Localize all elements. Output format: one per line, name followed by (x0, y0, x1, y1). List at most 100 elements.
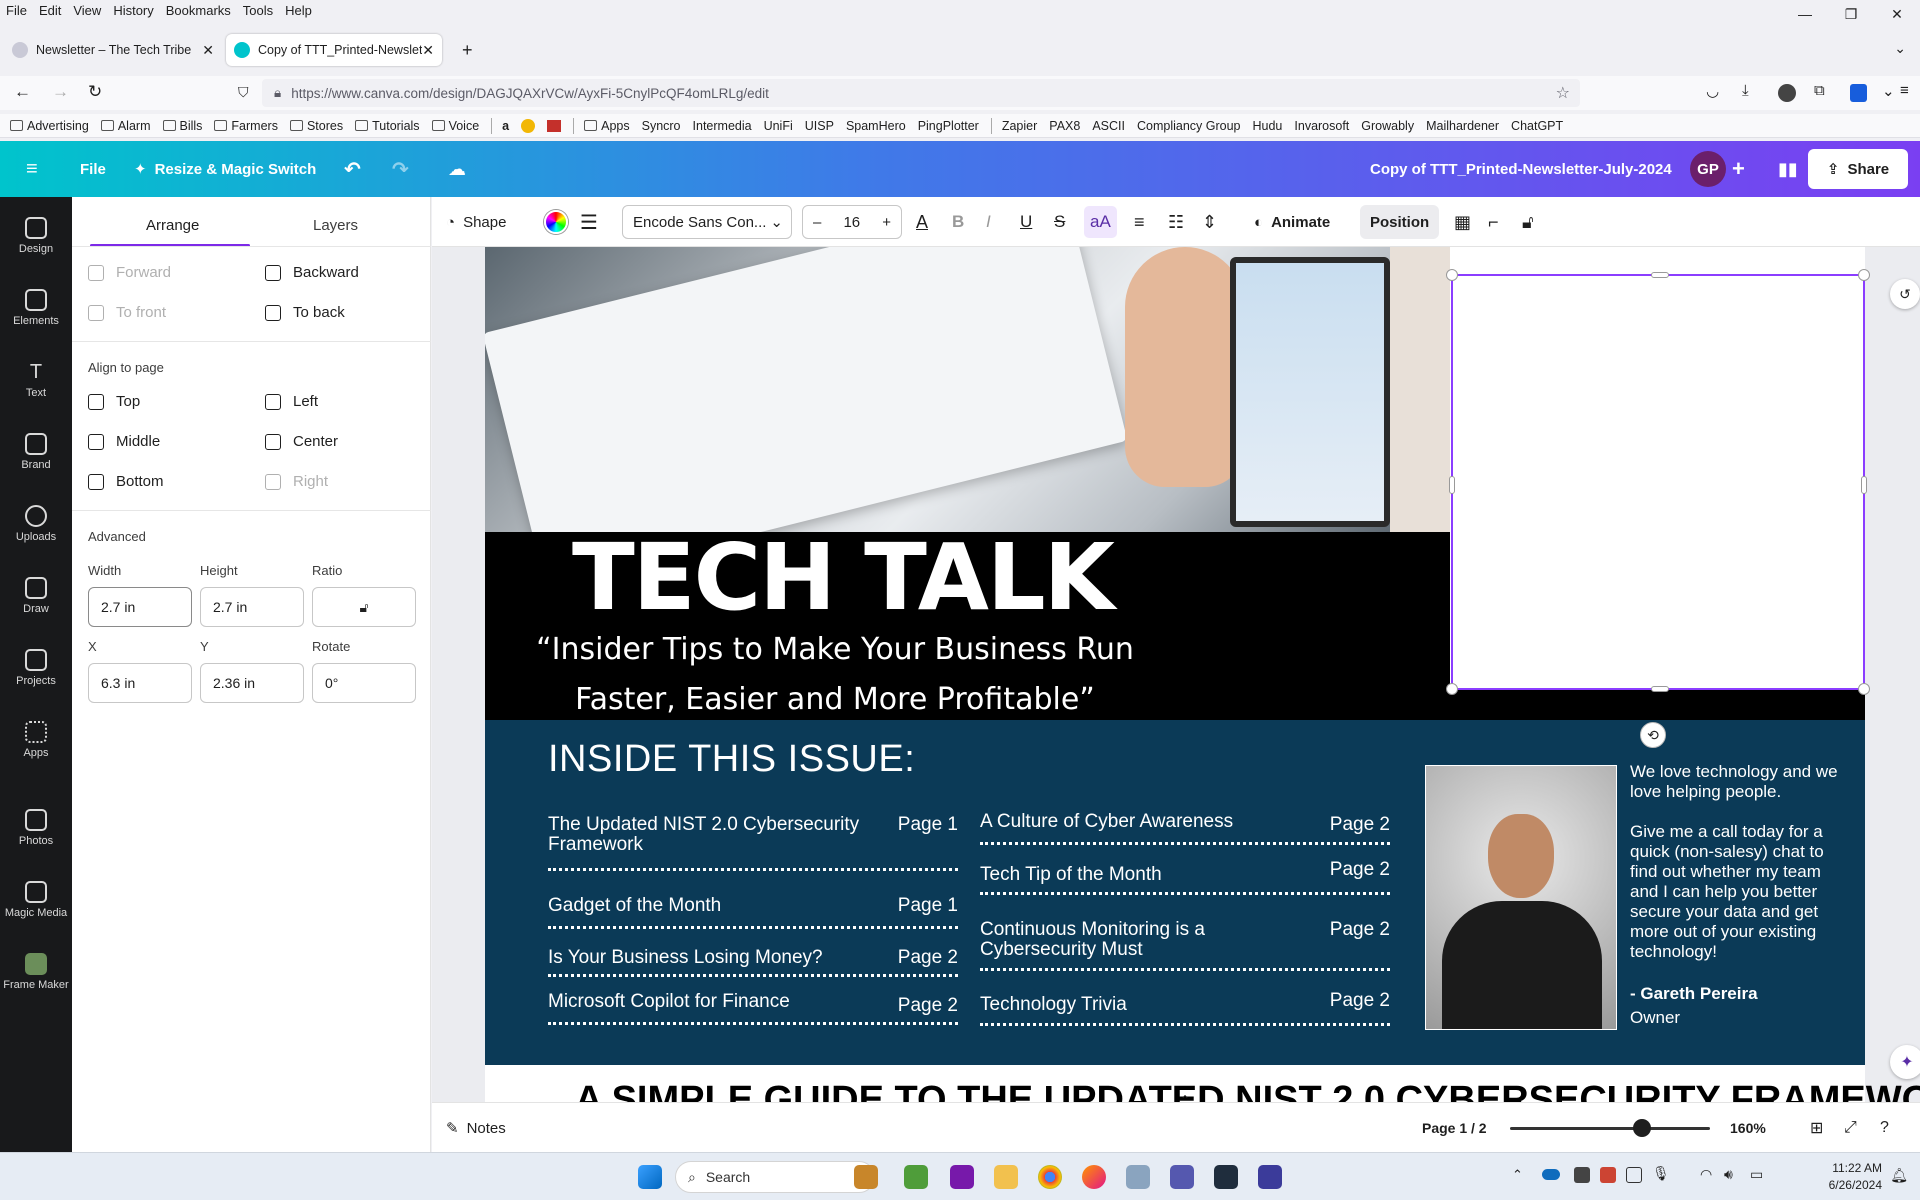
decrease-font-button[interactable]: – (813, 214, 821, 231)
page-indicator[interactable]: Page 1 / 2 (1422, 1103, 1487, 1153)
strikethrough-icon[interactable]: S (1054, 197, 1065, 247)
toc-item[interactable]: Technology Trivia Page 2 (980, 991, 1390, 1027)
align-right-button[interactable]: Right (265, 473, 328, 490)
bookmark-item[interactable]: PAX8 (1049, 119, 1080, 133)
file-menu-button[interactable]: File (80, 141, 106, 197)
lock-icon[interactable]: 🔓︎ (1522, 197, 1534, 247)
font-dropdown[interactable]: Encode Sans Con... ⌄ (622, 205, 792, 239)
notes-button[interactable]: ✎ Notes (446, 1103, 506, 1153)
bookmark-icon[interactable] (547, 119, 562, 132)
expand-pages-icon[interactable]: ⌃ (1180, 1093, 1190, 1102)
menu-bookmarks[interactable]: Bookmarks (166, 3, 231, 18)
to-front-button[interactable]: To front (88, 304, 166, 321)
rail-photos[interactable]: Photos (0, 809, 72, 847)
text-case-icon[interactable]: aA (1084, 206, 1117, 238)
menu-tools[interactable]: Tools (243, 3, 273, 18)
rail-magic-media[interactable]: Magic Media (0, 881, 72, 919)
insights-icon[interactable]: ▮▮ (1778, 141, 1798, 197)
rail-design[interactable]: Design (0, 217, 72, 255)
shield-icon[interactable]: ⛉ (238, 84, 249, 101)
font-size-stepper[interactable]: – 16 + (802, 205, 902, 239)
close-icon[interactable]: ✕ (1874, 0, 1920, 28)
chrome-icon[interactable] (1038, 1165, 1062, 1189)
comment-icon[interactable]: ↺ (1890, 279, 1920, 309)
restore-icon[interactable]: ❐ (1828, 0, 1874, 28)
taskbar-search[interactable]: ⌕ Search (675, 1161, 875, 1193)
grid-view-icon[interactable]: ⊞ (1810, 1103, 1823, 1153)
toc-item[interactable]: Continuous Monitoring is a Cybersecurity… (980, 920, 1390, 972)
article-title[interactable]: A SIMPLE GUIDE TO THE UPDATED NIST 2.0 C… (575, 1079, 1920, 1102)
file-explorer-icon[interactable] (994, 1165, 1018, 1189)
new-tab-icon[interactable]: + (462, 40, 473, 61)
menu-edit[interactable]: Edit (39, 3, 61, 18)
bookmark-item[interactable]: Syncro (642, 119, 681, 133)
bookmark-icon[interactable] (521, 118, 536, 133)
zoom-slider[interactable] (1510, 1127, 1710, 1130)
notification-bell-icon[interactable]: 🔔︎ (1890, 1167, 1908, 1184)
height-field[interactable]: 2.7 in (200, 587, 304, 627)
transparency-icon[interactable]: ▦ (1454, 197, 1471, 247)
rail-frame-maker[interactable]: Frame Maker (0, 953, 72, 991)
tray-app-icon[interactable] (1626, 1167, 1642, 1183)
list-icon[interactable]: ☷ (1168, 197, 1184, 247)
more-icon[interactable]: ⌄ (1882, 82, 1895, 100)
width-field[interactable]: 2.7 in (88, 587, 192, 627)
underline-icon[interactable]: U (1020, 197, 1032, 247)
bookmark-item[interactable]: Mailhardener (1426, 119, 1499, 133)
inside-issue-heading[interactable]: INSIDE THIS ISSUE: (548, 738, 915, 781)
magic-assistant-icon[interactable]: ✦ (1890, 1045, 1920, 1079)
bookmark-item[interactable]: Zapier (1002, 119, 1037, 133)
fullscreen-icon[interactable]: ⤢ (1844, 1103, 1857, 1153)
toc-item[interactable]: Gadget of the Month Page 1 (548, 896, 958, 930)
back-icon[interactable]: ← (14, 82, 31, 102)
bold-icon[interactable]: B (952, 197, 964, 247)
newsletter-page[interactable]: TECH TALK “Insider Tips to Make Your Bus… (485, 247, 1920, 1102)
clock[interactable]: 11:22 AM 6/26/2024 (1829, 1160, 1882, 1194)
bookmark-item[interactable]: SpamHero (846, 119, 906, 133)
animate-button[interactable]: ◐ Animate (1254, 197, 1330, 247)
toc-item[interactable]: Microsoft Copilot for Finance Page 2 (548, 992, 958, 1026)
to-back-button[interactable]: To back (265, 304, 345, 321)
about-text[interactable]: We love technology and we love helping p… (1630, 762, 1845, 1028)
rail-apps[interactable]: Apps (0, 721, 72, 759)
newsletter-subtitle[interactable]: “Insider Tips to Make Your Business Run … (485, 625, 1185, 725)
rail-uploads[interactable]: Uploads (0, 505, 72, 543)
volume-icon[interactable]: 🔊︎ (1724, 1166, 1733, 1183)
increase-font-button[interactable]: + (882, 214, 891, 231)
bookmark-item[interactable]: Invarosoft (1294, 119, 1349, 133)
share-button[interactable]: ⇪ Share (1808, 149, 1908, 189)
rotate-field[interactable]: 0° (312, 663, 416, 703)
zoom-level[interactable]: 160% (1730, 1103, 1766, 1153)
tray-app-icon[interactable] (1574, 1167, 1590, 1183)
bookmark-item[interactable]: UniFi (764, 119, 793, 133)
bookmark-folder[interactable]: Farmers (214, 119, 278, 133)
download-icon[interactable]: ⤓ (1742, 82, 1749, 99)
backward-button[interactable]: Backward (265, 264, 359, 281)
app-icon[interactable] (1214, 1165, 1238, 1189)
amazon-bookmark-icon[interactable]: a (502, 119, 509, 133)
pocket-icon[interactable]: ◡ (1706, 82, 1719, 100)
undo-icon[interactable]: ↶ (344, 141, 361, 197)
align-top-button[interactable]: Top (88, 393, 140, 410)
tab-newsletter[interactable]: Newsletter – The Tech Tribe ✕ (4, 34, 222, 66)
reload-icon[interactable]: ↻ (88, 82, 102, 102)
align-bottom-button[interactable]: Bottom (88, 473, 164, 490)
header-photo[interactable] (485, 247, 1450, 532)
selected-shape[interactable] (1450, 274, 1865, 690)
app-icon[interactable] (1258, 1165, 1282, 1189)
extensions-icon[interactable]: ⧉ (1814, 82, 1825, 99)
close-tab-icon[interactable]: ✕ (202, 42, 214, 59)
ratio-lock-button[interactable]: 🔓︎ (312, 587, 416, 627)
align-left-button[interactable]: Left (265, 393, 318, 410)
star-icon[interactable]: ☆ (1556, 83, 1570, 103)
cloud-saved-icon[interactable]: ☁ (448, 141, 466, 197)
app-icon[interactable] (854, 1165, 878, 1189)
bookmark-item[interactable]: Hudu (1253, 119, 1283, 133)
rail-brand[interactable]: Brand (0, 433, 72, 471)
start-icon[interactable] (638, 1165, 662, 1189)
text-color-icon[interactable]: A (916, 197, 928, 247)
firefox-icon[interactable] (1082, 1165, 1106, 1189)
tab-list-chevron-icon[interactable]: ⌄ (1894, 40, 1906, 57)
copy-style-icon[interactable]: ⌐ (1488, 197, 1499, 247)
add-collaborator-icon[interactable]: + (1732, 141, 1745, 197)
